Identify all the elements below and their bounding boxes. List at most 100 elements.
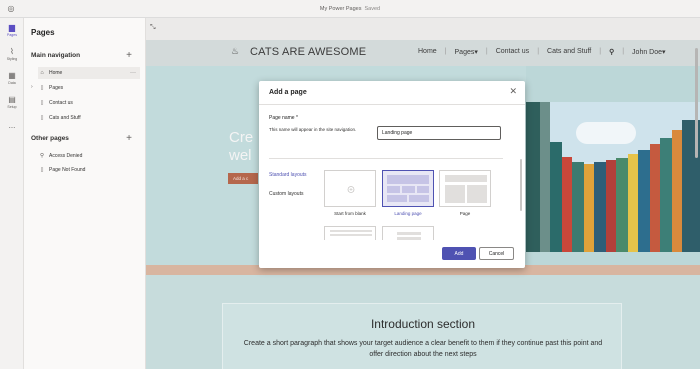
hero-image-slat (550, 142, 562, 252)
save-status: Saved (364, 5, 381, 12)
rail-item-pages[interactable]: ▆ Pages (0, 18, 24, 42)
site-nav: Home | Pages▾ | Contact us | Cats and St… (418, 48, 666, 56)
layout-thumbnail (397, 232, 421, 240)
app-icon[interactable]: ◎ (6, 4, 16, 14)
hero-image-slat (562, 157, 572, 252)
hero-heading-line: Cre (229, 129, 254, 146)
search-icon[interactable]: ⚲ (609, 48, 614, 56)
cancel-button[interactable]: Cancel (479, 247, 514, 260)
layout-card-more[interactable] (324, 226, 376, 240)
rail-label: Data (8, 80, 16, 85)
page-item-label: Cats and Stuff (49, 115, 81, 121)
hero-image-cloud (576, 122, 636, 144)
page-item-access-denied[interactable]: ⚲ Access Denied (38, 150, 140, 162)
rail-label: Styling (6, 56, 18, 61)
rail-label: Setup (7, 104, 17, 109)
home-icon: ⌂ (40, 70, 44, 76)
site-nav-contact-us[interactable]: Contact us (496, 48, 529, 56)
hero-image-slat (594, 162, 606, 252)
title-bar: ◎ My Power Pages Saved (0, 0, 700, 18)
site-nav-home[interactable]: Home (418, 48, 437, 56)
nav-separator: | (599, 48, 602, 55)
hero-image-slat (526, 102, 540, 252)
collapse-panel-icon[interactable]: ⤡ (150, 24, 156, 32)
page-name-input[interactable] (377, 126, 501, 140)
more-options-icon[interactable]: ··· (130, 70, 136, 76)
workspace-rail: ▆ Pages ⌇ Styling ▦ Data ▤ Setup ... (0, 18, 24, 369)
rail-item-setup[interactable]: ▤ Setup (0, 90, 24, 114)
page-item-label: Access Denied (49, 153, 83, 159)
tab-custom-layouts[interactable]: Custom layouts (269, 191, 303, 197)
layout-label-page: Page (459, 211, 471, 216)
layout-label-blank: Start from blank (334, 211, 366, 216)
chevron-right-icon[interactable]: › (31, 84, 33, 90)
hero-image (526, 102, 700, 252)
add-main-nav-page-icon[interactable]: + (126, 51, 132, 61)
dialog-divider (269, 158, 503, 159)
hero-image-slat (584, 164, 594, 252)
setup-icon: ▤ (8, 94, 16, 104)
hero-image-slat (660, 138, 672, 252)
canvas-scrollbar[interactable] (695, 48, 698, 158)
rail-item-styling[interactable]: ⌇ Styling (0, 42, 24, 66)
hero-image-slat (606, 160, 616, 252)
layout-card-blank[interactable] (324, 170, 376, 207)
add-button[interactable]: Add (442, 247, 476, 260)
cat-logo-icon: ♨ (231, 46, 240, 56)
plus-circle-icon (347, 186, 355, 193)
site-header: ♨ CATS ARE AWESOME Home | Pages▾ | Conta… (146, 40, 700, 66)
page-item-home[interactable]: ⌂ Home ··· (38, 67, 140, 79)
page-name-help: This name will appear in the site naviga… (269, 127, 357, 132)
nav-separator: | (537, 48, 540, 55)
rail-label: Pages (7, 32, 17, 37)
page-item-contact-us[interactable]: ▯ Contact us (38, 97, 140, 109)
hero-heading: Cre wel (229, 129, 253, 165)
hero-image-slat (572, 162, 584, 252)
add-other-page-icon[interactable]: + (126, 134, 132, 144)
layout-thumbnail (330, 230, 372, 236)
main-navigation-heading: Main navigation (31, 52, 81, 59)
paintbrush-icon: ⌇ (10, 46, 14, 56)
landing-layout-thumbnail (387, 175, 429, 202)
site-title: CATS ARE AWESOME (250, 46, 367, 58)
window-title: My Power Pages (319, 5, 362, 12)
pages-panel-title: Pages (31, 28, 55, 37)
page-item-label: Pages (49, 85, 64, 91)
tab-standard-layouts[interactable]: Standard layouts (269, 172, 307, 178)
site-nav-pages[interactable]: Pages▾ (455, 48, 478, 56)
site-nav-user[interactable]: John Doe▾ (632, 48, 665, 56)
hero-button[interactable]: Add a c (228, 173, 258, 184)
canvas-toolbar: ⤡ (146, 18, 700, 40)
document-icon: ▯ (40, 85, 44, 91)
pages-panel: Pages Main navigation + ⌂ Home ··· › ▯ P… (24, 18, 146, 369)
page-layout-thumbnail (445, 175, 487, 203)
page-item-label: Page Not Found (49, 167, 86, 173)
rail-item-data[interactable]: ▦ Data (0, 66, 24, 90)
page-item-page-not-found[interactable]: ▯ Page Not Found (38, 164, 140, 176)
dialog-title: Add a page (269, 89, 307, 96)
document-icon: ▯ (40, 100, 44, 106)
add-page-dialog: Add a page ✕ Page name * This name will … (259, 81, 525, 268)
page-name-label: Page name * (269, 115, 298, 121)
person-icon: ⚲ (39, 153, 45, 159)
layout-card-page[interactable] (439, 170, 491, 207)
other-pages-heading: Other pages (31, 135, 69, 142)
hero-image-slat (672, 130, 682, 252)
hero-image-slat (628, 154, 638, 252)
more-icon: ... (8, 121, 16, 130)
hero-image-slat (650, 144, 660, 252)
layout-card-more[interactable] (382, 226, 434, 240)
page-item-pages[interactable]: ▯ Pages (38, 82, 140, 94)
nav-separator: | (444, 48, 447, 55)
close-icon[interactable]: ✕ (509, 87, 517, 96)
rail-item-more[interactable]: ... (0, 114, 24, 138)
hero-image-slat (638, 150, 650, 252)
dialog-scrollbar[interactable] (520, 159, 522, 211)
table-icon: ▦ (8, 70, 16, 80)
layout-card-landing-page[interactable] (382, 170, 434, 207)
page-item-cats-and-stuff[interactable]: ▯ Cats and Stuff (38, 112, 140, 124)
page-icon: ▆ (8, 22, 16, 32)
site-nav-cats-and-stuff[interactable]: Cats and Stuff (547, 48, 591, 56)
intro-text: Create a short paragraph that shows your… (243, 340, 603, 358)
layout-label-landing-page: Landing page (394, 211, 422, 216)
